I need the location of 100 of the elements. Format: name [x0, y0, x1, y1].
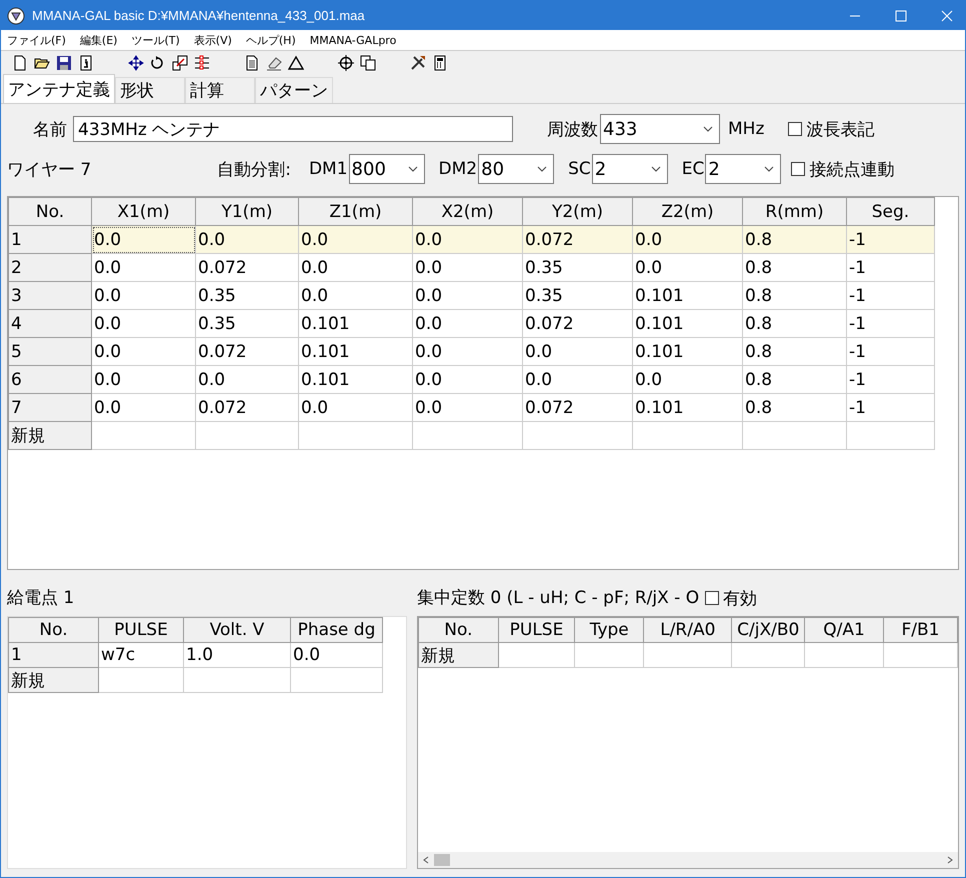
scroll-right-icon[interactable] — [946, 856, 954, 864]
column-header[interactable]: R(mm) — [742, 198, 846, 226]
table-cell: 1 — [8, 642, 98, 668]
table-cell: 0.8 — [742, 254, 846, 282]
table-cell: 1.0 — [184, 642, 290, 668]
dropdown[interactable]: 80 — [478, 154, 554, 184]
column-header[interactable]: Type — [574, 618, 644, 642]
table-cell: 0.35 — [522, 254, 632, 282]
close-icon[interactable] — [941, 10, 953, 22]
column-header[interactable]: Q/A1 — [804, 618, 884, 642]
chevron-icon[interactable] — [650, 166, 661, 172]
checkbox[interactable] — [788, 122, 802, 136]
checkbox-label: 波長表記 — [806, 118, 874, 140]
column-header[interactable]: Y2(m) — [522, 198, 632, 226]
column-header[interactable]: X1(m) — [92, 198, 196, 226]
table-cell: 0.8 — [742, 226, 846, 254]
menu-item[interactable]: ヘルプ(H) — [246, 32, 296, 48]
checkbox[interactable] — [791, 162, 806, 176]
checkbox[interactable] — [705, 591, 720, 605]
table-cell: 新規 — [8, 668, 98, 692]
table-cell: w7c — [98, 642, 184, 668]
table-cell: 0.0 — [92, 282, 196, 310]
scroll-left-icon[interactable] — [422, 856, 430, 864]
feed-label: 給電点 1 — [7, 587, 76, 610]
column-header[interactable]: Z1(m) — [298, 198, 412, 226]
table-cell: 0.0 — [632, 254, 742, 282]
column-header[interactable]: Y1(m) — [196, 198, 298, 226]
tab[interactable]: アンテナ定義 — [3, 74, 115, 103]
column-header[interactable]: L/R/A0 — [644, 618, 732, 642]
table-cell: 0.35 — [196, 310, 298, 338]
document-icon[interactable] — [244, 55, 260, 71]
table-cell: 0.0 — [412, 254, 522, 282]
table-cell: -1 — [846, 226, 934, 254]
table-cell: 0.35 — [196, 282, 298, 310]
table-cell: 0.101 — [632, 394, 742, 422]
table-cell: 0.0 — [632, 366, 742, 394]
name-field[interactable]: 433MHz ヘンテナ — [73, 116, 513, 142]
table-cell: -1 — [846, 310, 934, 338]
column-header[interactable]: No. — [418, 618, 498, 642]
crosshair-icon[interactable] — [338, 55, 354, 71]
menu-item[interactable]: 表示(V) — [194, 32, 232, 48]
column-header[interactable]: Phase dg — [290, 618, 382, 642]
save-icon[interactable] — [56, 55, 72, 71]
tab[interactable]: 形状 — [115, 77, 185, 103]
table-cell: -1 — [846, 282, 934, 310]
table-cell: 0.072 — [522, 394, 632, 422]
horizontal-scrollbar[interactable] — [418, 852, 958, 868]
move-icon[interactable] — [128, 55, 144, 71]
menu-item[interactable]: ファイル(F) — [7, 32, 66, 48]
tab[interactable]: 計算 — [185, 77, 255, 103]
column-header[interactable]: PULSE — [498, 618, 575, 642]
dropdown-label: EC — [682, 159, 704, 179]
name-label: 名前 — [33, 118, 67, 140]
menu-item[interactable]: ツール(T) — [131, 32, 180, 48]
column-header[interactable]: No. — [8, 618, 98, 642]
triangle-icon[interactable] — [288, 55, 304, 71]
new-file-icon[interactable] — [12, 55, 28, 71]
copy-icon[interactable] — [360, 55, 376, 71]
table-cell: 0.072 — [522, 226, 632, 254]
column-header[interactable]: PULSE — [98, 618, 184, 642]
menu-item[interactable]: 編集(E) — [80, 32, 118, 48]
chevron-icon[interactable] — [408, 166, 418, 172]
maximize-icon[interactable] — [895, 10, 907, 22]
scroll-thumb[interactable] — [434, 854, 450, 866]
table-cell: 0.0 — [412, 394, 522, 422]
info-icon[interactable] — [78, 55, 94, 71]
wire-count-label: ワイヤー 7 — [7, 158, 92, 180]
chevron-icon[interactable] — [764, 166, 774, 172]
table-cell: 0.8 — [742, 366, 846, 394]
frequency-dropdown[interactable]: 433 — [600, 114, 720, 144]
table-cell: 0.072 — [196, 254, 298, 282]
table-cell: 0.101 — [632, 310, 742, 338]
table-cell: 0.0 — [412, 338, 522, 366]
column-header[interactable]: Volt. V — [184, 618, 290, 642]
app-icon — [7, 6, 25, 24]
table-cell: 0.0 — [290, 642, 382, 668]
column-header[interactable]: Seg. — [846, 198, 934, 226]
dropdown[interactable]: 2 — [592, 154, 668, 184]
lumped-label: 集中定数 0 (L - uH; C - pF; R/jX - O — [417, 587, 700, 610]
dropdown[interactable]: 800 — [348, 154, 425, 184]
column-header[interactable]: X2(m) — [412, 198, 522, 226]
table-cell: 0.101 — [298, 338, 412, 366]
dropdown[interactable]: 2 — [705, 154, 782, 184]
tab[interactable]: パターン — [255, 77, 333, 103]
list-icon[interactable] — [194, 55, 210, 71]
column-header[interactable]: No. — [8, 198, 92, 226]
menu-item[interactable]: MMANA-GALpro — [310, 34, 396, 46]
chevron-icon[interactable] — [537, 166, 548, 172]
resize-icon[interactable] — [172, 55, 188, 71]
calculator-icon[interactable] — [432, 55, 448, 71]
chevron-icon[interactable] — [703, 126, 713, 132]
table-cell: 0.0 — [92, 254, 196, 282]
table-cell: 0.0 — [92, 310, 196, 338]
column-header[interactable]: Z2(m) — [632, 198, 742, 226]
table-cell: 0.8 — [742, 282, 846, 310]
eraser-icon[interactable] — [266, 55, 282, 71]
column-header[interactable]: F/B1 — [884, 618, 958, 642]
table-cell: 0.072 — [196, 338, 298, 366]
column-header[interactable]: C/jX/B0 — [732, 618, 805, 642]
unit-label: MHz — [728, 119, 764, 139]
